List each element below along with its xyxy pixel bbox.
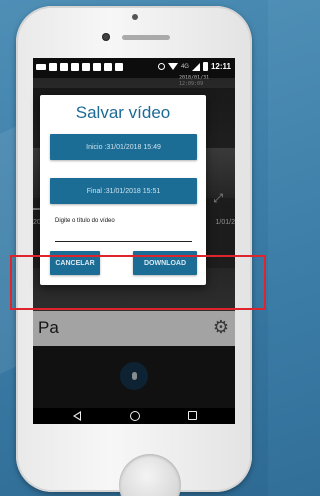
physical-home-button[interactable] bbox=[119, 454, 181, 496]
notification-icon bbox=[115, 63, 123, 71]
sensor-dot bbox=[132, 14, 138, 20]
front-camera bbox=[102, 33, 110, 41]
download-button[interactable]: DOWNLOAD bbox=[133, 251, 197, 275]
gear-icon[interactable]: ⚙ bbox=[213, 318, 229, 336]
timeline-date-right: 1/01/2 bbox=[215, 219, 235, 226]
notification-icon bbox=[93, 63, 101, 71]
video-title-input[interactable] bbox=[55, 230, 192, 242]
back-icon[interactable] bbox=[73, 411, 81, 421]
notification-icon bbox=[82, 63, 90, 71]
video-timestamp-overlay: 2018/01/31 12:09:09 bbox=[179, 75, 210, 87]
cancel-button[interactable]: CANCELAR bbox=[50, 251, 100, 275]
status-bar: 4G 12:11 2018/01/31 12:09:09 bbox=[33, 58, 235, 87]
notification-icons bbox=[36, 63, 123, 71]
end-time-button[interactable]: Final :31/01/2018 15:51 bbox=[50, 178, 197, 204]
earpiece-speaker bbox=[122, 35, 170, 40]
recent-apps-icon[interactable] bbox=[188, 411, 197, 420]
home-icon[interactable] bbox=[130, 411, 140, 421]
save-video-dialog: Salvar vídeo Inicio :31/01/2018 15:49 Fi… bbox=[40, 95, 206, 285]
dialog-title: Salvar vídeo bbox=[75, 103, 171, 122]
start-time-button[interactable]: Inicio :31/01/2018 15:49 bbox=[50, 134, 197, 160]
status-icons: 4G 12:11 bbox=[157, 62, 231, 71]
notification-icon bbox=[104, 63, 112, 71]
notification-icon bbox=[71, 63, 79, 71]
battery-icon bbox=[202, 62, 208, 71]
expand-icon[interactable]: ⤢ bbox=[213, 191, 223, 206]
android-nav-bar bbox=[33, 408, 235, 424]
wifi-icon bbox=[167, 63, 178, 70]
microphone-icon bbox=[131, 372, 137, 380]
network-type: 4G bbox=[180, 63, 189, 70]
video-title-label: Digite o título do vídeo bbox=[55, 218, 115, 224]
signal-icon bbox=[191, 62, 200, 71]
partial-label: Pa bbox=[38, 318, 59, 337]
notification-icon bbox=[60, 63, 68, 71]
notification-icon bbox=[49, 63, 57, 71]
microphone-button[interactable] bbox=[120, 362, 148, 390]
notification-icon bbox=[36, 64, 46, 70]
status-time: 12:11 bbox=[210, 62, 231, 71]
alarm-icon bbox=[157, 63, 165, 70]
